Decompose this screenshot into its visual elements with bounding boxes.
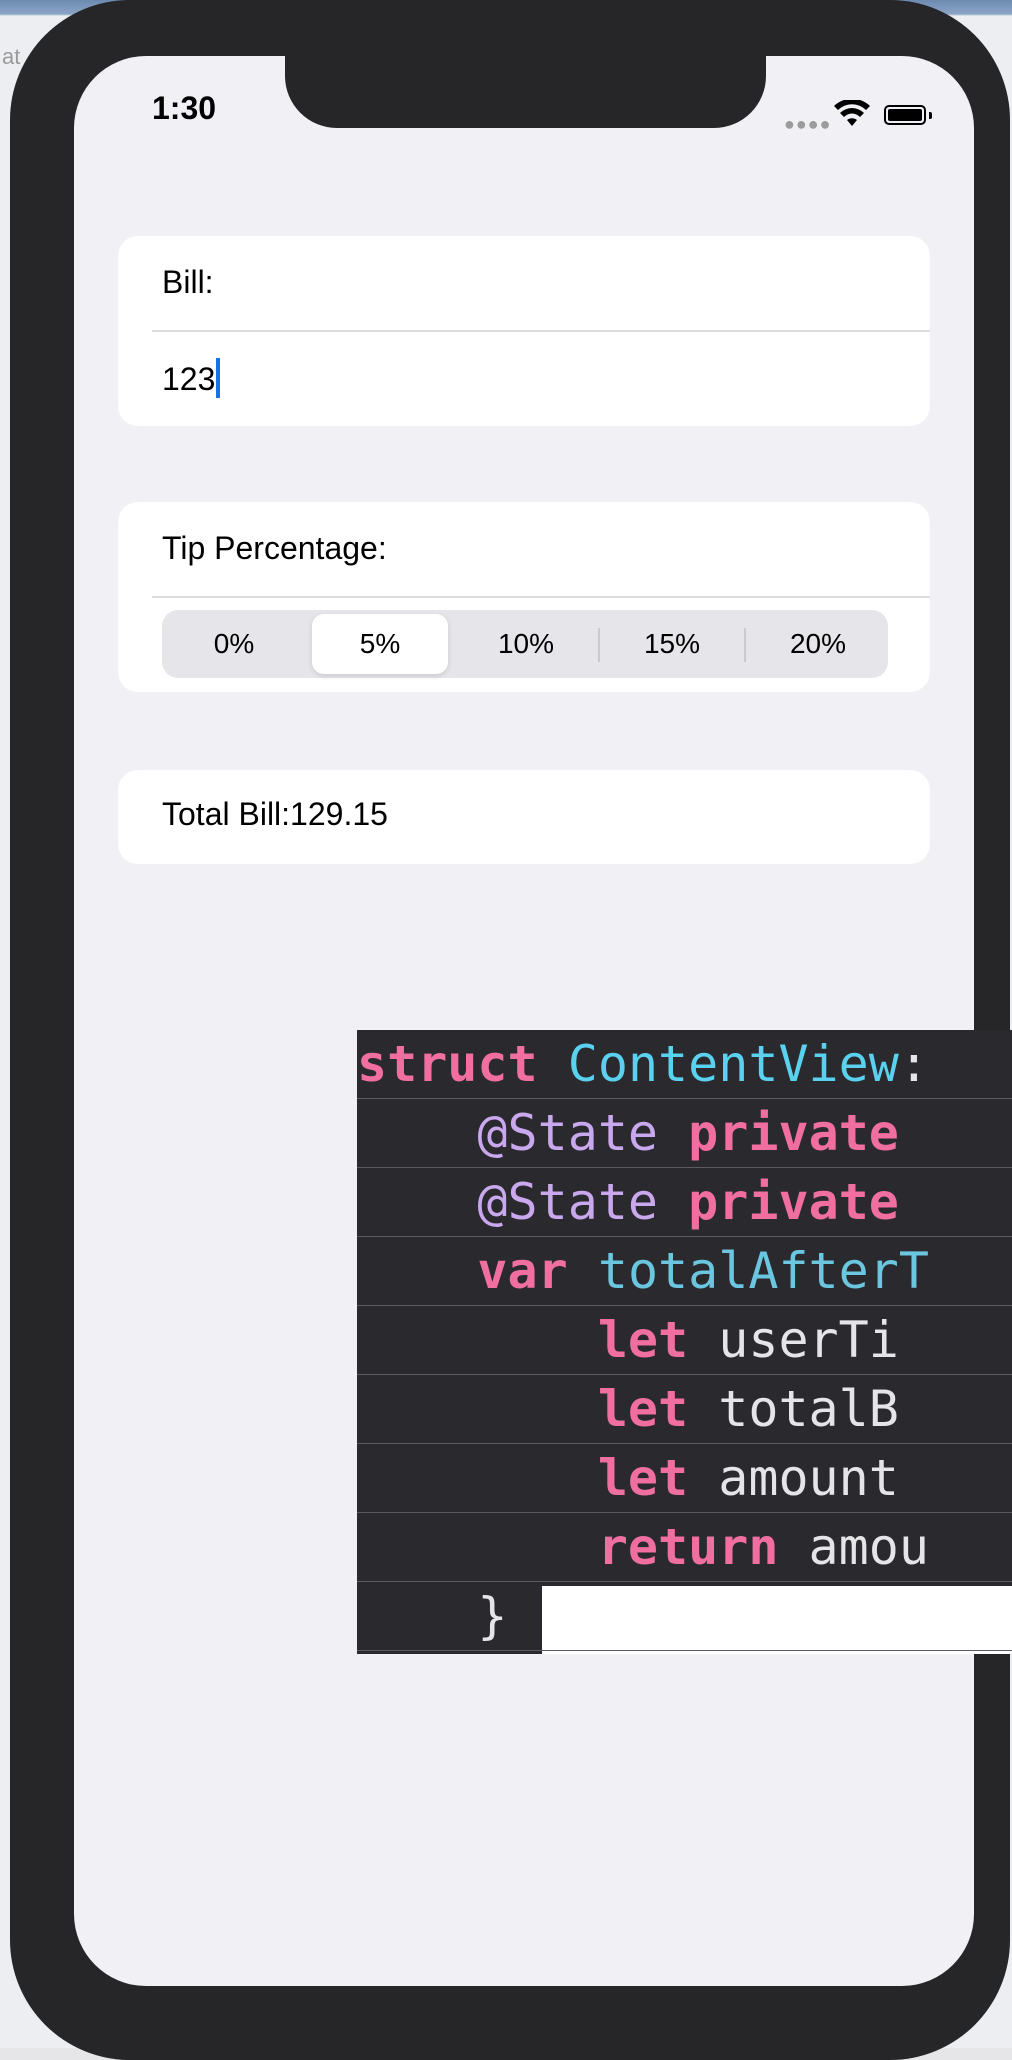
wifi-icon [834, 100, 870, 126]
text-cursor [216, 358, 221, 398]
code-token: totalB [688, 1380, 899, 1438]
phone-screen: 1:30 ●●●● Bill: 123 Tip Percentage: 0% 5… [74, 56, 974, 1986]
segment-5[interactable]: 5% [312, 614, 448, 674]
code-line: let userTi [357, 1306, 1012, 1375]
code-line: let totalB [357, 1375, 1012, 1444]
code-line: } [357, 1582, 1012, 1651]
code-token: @State [477, 1173, 659, 1231]
total-card: Total Bill:129.15 [118, 770, 930, 864]
code-token: totalAfterT [597, 1242, 929, 1300]
code-line: @State private [357, 1099, 1012, 1168]
tip-label: Tip Percentage: [162, 530, 387, 566]
notch [285, 56, 766, 128]
status-icons: ●●●● [784, 100, 934, 134]
code-token: amount [688, 1449, 899, 1507]
total-bill-text: Total Bill:129.15 [162, 796, 388, 832]
code-token: private [688, 1173, 899, 1231]
code-token: private [688, 1104, 899, 1162]
code-line: return amou [357, 1513, 1012, 1582]
code-line: struct ContentView: [357, 1030, 1012, 1099]
bill-separator [152, 330, 930, 332]
tip-separator [152, 596, 930, 598]
code-token: userTi [688, 1311, 899, 1369]
bill-card: Bill: 123 [118, 236, 930, 426]
segment-0[interactable]: 0% [166, 614, 302, 674]
status-time: 1:30 [152, 90, 217, 126]
segment-20[interactable]: 20% [750, 614, 886, 674]
code-token: let [597, 1311, 689, 1369]
battery-icon [884, 105, 926, 125]
code-token: var [477, 1242, 568, 1300]
segment-divider [598, 628, 600, 662]
code-line: var totalAfterT [357, 1237, 1012, 1306]
bill-input[interactable]: 123 [162, 358, 221, 398]
code-token: return [597, 1518, 779, 1576]
code-token: } [357, 1587, 508, 1645]
bill-label: Bill: [162, 264, 214, 300]
code-token: : [898, 1035, 929, 1093]
segment-10[interactable]: 10% [458, 614, 594, 674]
code-snippet: struct ContentView: @State private @Stat… [357, 1030, 1012, 1654]
code-token: let [597, 1449, 689, 1507]
bill-input-value: 123 [162, 361, 216, 397]
tip-card: Tip Percentage: 0% 5% 10% 15% 20% [118, 502, 930, 692]
cellular-icon: ●●●● [784, 114, 832, 134]
background-window-text: at [2, 44, 21, 69]
code-token: struct [357, 1035, 538, 1093]
code-line: @State private [357, 1168, 1012, 1237]
code-token: amou [778, 1518, 929, 1576]
tip-segmented-control[interactable]: 0% 5% 10% 15% 20% [162, 610, 888, 678]
segment-divider [744, 628, 746, 662]
code-line: let amount [357, 1444, 1012, 1513]
battery-tip [929, 112, 932, 119]
code-token: let [597, 1380, 689, 1438]
code-token: ContentView [567, 1035, 899, 1093]
segment-15[interactable]: 15% [604, 614, 740, 674]
code-token: @State [477, 1104, 659, 1162]
